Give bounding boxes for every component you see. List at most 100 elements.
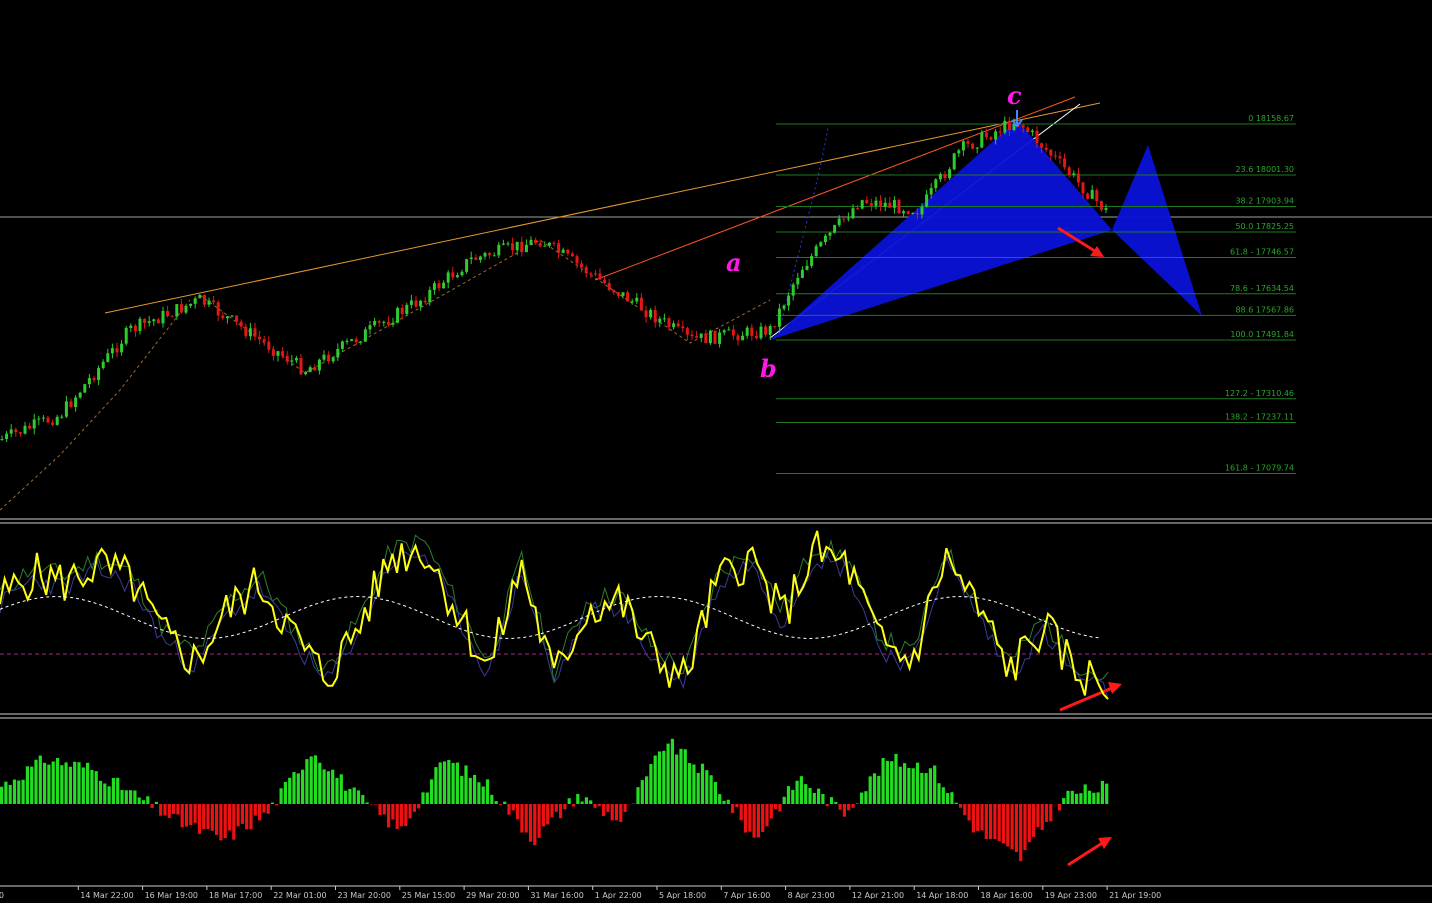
candle-body: [189, 304, 192, 306]
histogram-bar: [851, 804, 854, 808]
candle-body: [171, 316, 174, 317]
candle-body: [203, 295, 206, 305]
histogram-bar: [649, 764, 652, 804]
histogram-bar: [249, 804, 252, 829]
candle-body: [723, 330, 726, 332]
histogram-bar: [1066, 791, 1069, 804]
candle-body: [51, 422, 54, 424]
histogram-bar: [589, 800, 592, 804]
time-label: 14 Apr 18:00: [916, 891, 968, 899]
chart-svg: 0 18158.6723.6 18001.3038.2 17903.9450.0…: [0, 0, 1432, 899]
histogram-bar: [202, 804, 205, 829]
histogram-bar: [774, 804, 777, 809]
histogram-bar: [761, 804, 764, 832]
histogram-bar: [933, 766, 936, 804]
histogram-bar: [770, 804, 773, 819]
histogram-bar: [262, 804, 265, 813]
histogram-bar: [778, 804, 781, 811]
histogram-bar: [1101, 781, 1104, 804]
candle-body: [842, 219, 845, 220]
histogram-bar: [82, 767, 85, 804]
histogram-bar: [821, 794, 824, 804]
histogram-bar: [284, 782, 287, 804]
histogram-bar: [1036, 804, 1039, 827]
histogram-bar: [516, 804, 519, 819]
histogram-bar: [409, 804, 412, 818]
histogram-bar: [1002, 804, 1005, 843]
candle-body: [617, 292, 620, 295]
histogram-bar: [17, 781, 20, 804]
candle-body: [691, 335, 694, 336]
histogram-bar: [598, 804, 601, 806]
histogram-bar: [735, 804, 738, 807]
candle-body: [944, 174, 947, 178]
histogram-bar: [576, 794, 579, 804]
candle-body: [801, 270, 804, 278]
histogram-bar: [219, 804, 222, 840]
candle-body: [194, 298, 197, 304]
histogram-bar: [856, 803, 859, 804]
histogram-bar: [679, 749, 682, 804]
candle-body: [1086, 193, 1089, 198]
candle-body: [930, 188, 933, 194]
histogram-bar: [899, 767, 902, 804]
histogram-bar: [301, 770, 304, 804]
candle-body: [870, 203, 873, 206]
fib-label: 0 18158.67: [1248, 114, 1294, 123]
histogram-bar: [563, 804, 566, 809]
histogram-bar: [90, 770, 93, 804]
histogram-bar: [447, 760, 450, 804]
histogram-bar: [1049, 804, 1052, 821]
candle-body: [750, 328, 753, 336]
histogram-bar: [1041, 804, 1044, 830]
candle-body: [769, 326, 772, 335]
candle-body: [677, 323, 680, 326]
candle-body: [313, 367, 316, 370]
histogram-bar: [138, 798, 141, 804]
candle-body: [1100, 201, 1103, 210]
candle-body: [543, 246, 546, 247]
candle-body: [323, 355, 326, 360]
histogram-bar: [108, 786, 111, 804]
candle-body: [1, 439, 4, 440]
histogram-bar: [907, 768, 910, 804]
candle-body: [442, 283, 445, 289]
histogram-bar: [662, 751, 665, 804]
time-label: 25 Mar 15:00: [402, 891, 455, 899]
histogram-bar: [976, 804, 979, 831]
histogram-bar: [26, 766, 29, 804]
histogram-bar: [361, 795, 364, 804]
candle-body: [488, 253, 491, 255]
histogram-bar: [194, 804, 197, 823]
candle-body: [994, 131, 997, 139]
histogram-bar: [684, 749, 687, 804]
histogram-bar: [417, 804, 420, 808]
histogram-bar: [348, 789, 351, 804]
candle-body: [424, 301, 427, 303]
candle-body: [1040, 143, 1043, 147]
histogram-bar: [839, 804, 842, 810]
candle-body: [1031, 131, 1034, 132]
histogram-bar: [490, 795, 493, 804]
histogram-bar: [611, 804, 614, 820]
histogram-bar: [323, 769, 326, 804]
candle-body: [277, 351, 280, 356]
histogram-bar: [374, 804, 377, 805]
histogram-bar: [77, 762, 80, 804]
candle-body: [672, 323, 675, 327]
histogram-bar: [116, 778, 119, 804]
histogram-bar: [318, 763, 321, 804]
histogram-bar: [606, 804, 609, 812]
histogram-bar: [189, 804, 192, 825]
histogram-bar: [1045, 804, 1048, 822]
candle-body: [589, 273, 592, 274]
candle-body: [1063, 158, 1066, 167]
histogram-bar: [404, 804, 407, 826]
histogram-bar: [1105, 784, 1108, 804]
histogram-bar: [1019, 804, 1022, 861]
candle-body: [493, 255, 496, 256]
candle-body: [355, 339, 358, 342]
candle-body: [824, 236, 827, 242]
histogram-bar: [654, 756, 657, 804]
candle-body: [948, 169, 951, 178]
